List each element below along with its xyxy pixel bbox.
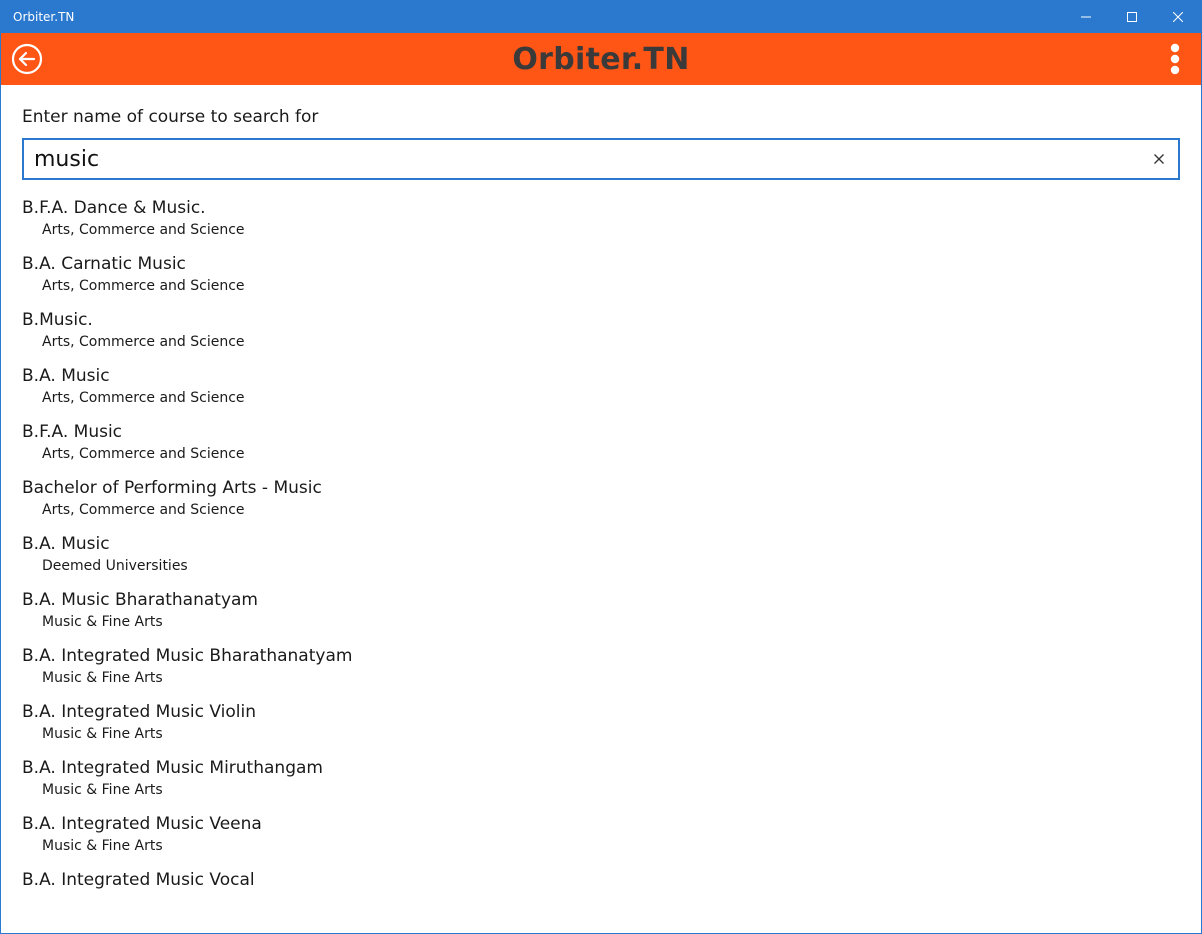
app-title: Orbiter.TN bbox=[512, 41, 690, 77]
minimize-icon bbox=[1081, 16, 1091, 17]
list-item[interactable]: B.A. Music Deemed Universities bbox=[22, 533, 1180, 589]
course-title: B.A. Music Bharathanatyam bbox=[22, 590, 258, 610]
course-category: Arts, Commerce and Science bbox=[42, 446, 245, 462]
results-list: B.F.A. Dance & Music. Arts, Commerce and… bbox=[22, 197, 1180, 925]
course-title: B.Music. bbox=[22, 310, 93, 330]
close-icon bbox=[1154, 154, 1164, 164]
course-category: Arts, Commerce and Science bbox=[42, 222, 245, 238]
search-label: Enter name of course to search for bbox=[22, 107, 319, 127]
list-item[interactable]: B.A. Integrated Music Violin Music & Fin… bbox=[22, 701, 1180, 757]
list-item[interactable]: B.A. Integrated Music Bharathanatyam Mus… bbox=[22, 645, 1180, 701]
list-item[interactable]: B.F.A. Music Arts, Commerce and Science bbox=[22, 421, 1180, 477]
back-button[interactable] bbox=[11, 43, 43, 75]
course-title: B.A. Carnatic Music bbox=[22, 254, 186, 274]
course-category: Arts, Commerce and Science bbox=[42, 334, 245, 350]
close-icon bbox=[1173, 11, 1183, 22]
more-options-button[interactable] bbox=[1163, 42, 1187, 76]
course-title: B.F.A. Dance & Music. bbox=[22, 198, 206, 218]
maximize-button[interactable] bbox=[1109, 0, 1155, 33]
course-title: B.A. Integrated Music Bharathanatyam bbox=[22, 646, 353, 666]
course-title: B.A. Music bbox=[22, 534, 110, 554]
list-item[interactable]: Bachelor of Performing Arts - Music Arts… bbox=[22, 477, 1180, 533]
window-controls bbox=[1063, 0, 1201, 33]
course-category: Music & Fine Arts bbox=[42, 838, 163, 854]
close-window-button[interactable] bbox=[1155, 0, 1201, 33]
main-content: Enter name of course to search for B.F.A… bbox=[1, 85, 1201, 925]
course-category: Music & Fine Arts bbox=[42, 614, 163, 630]
course-title: B.F.A. Music bbox=[22, 422, 123, 442]
list-item[interactable]: B.A. Music Bharathanatyam Music & Fine A… bbox=[22, 589, 1180, 645]
course-category: Arts, Commerce and Science bbox=[42, 390, 245, 406]
list-item[interactable]: B.A. Integrated Music Veena Music & Fine… bbox=[22, 813, 1180, 869]
course-title: B.A. Integrated Music Veena bbox=[22, 814, 262, 834]
list-item[interactable]: B.A. Integrated Music Miruthangam Music … bbox=[22, 757, 1180, 813]
back-arrow-icon bbox=[11, 43, 43, 75]
window-title: Orbiter.TN bbox=[13, 9, 75, 24]
search-input[interactable] bbox=[24, 141, 1134, 177]
maximize-icon bbox=[1127, 11, 1137, 22]
course-category: Music & Fine Arts bbox=[42, 670, 163, 686]
list-item[interactable]: B.F.A. Dance & Music. Arts, Commerce and… bbox=[22, 197, 1180, 253]
title-bar[interactable]: Orbiter.TN bbox=[1, 0, 1201, 33]
app-header: Orbiter.TN bbox=[1, 33, 1201, 85]
course-title: B.A. Music bbox=[22, 366, 110, 386]
course-category: Arts, Commerce and Science bbox=[42, 502, 245, 518]
app-window: Orbiter.TN Orbiter.TN Enter name of cour… bbox=[0, 0, 1202, 934]
clear-search-button[interactable] bbox=[1150, 150, 1168, 168]
course-category: Arts, Commerce and Science bbox=[42, 278, 245, 294]
course-title: Bachelor of Performing Arts - Music bbox=[22, 478, 322, 498]
list-item[interactable]: B.A. Carnatic Music Arts, Commerce and S… bbox=[22, 253, 1180, 309]
course-category: Deemed Universities bbox=[42, 558, 188, 574]
list-item[interactable]: B.A. Integrated Music Vocal bbox=[22, 869, 1180, 925]
course-category: Music & Fine Arts bbox=[42, 726, 163, 742]
list-item[interactable]: B.A. Music Arts, Commerce and Science bbox=[22, 365, 1180, 421]
search-box[interactable] bbox=[22, 138, 1180, 180]
course-title: B.A. Integrated Music Violin bbox=[22, 702, 257, 722]
course-title: B.A. Integrated Music Miruthangam bbox=[22, 758, 323, 778]
course-category: Music & Fine Arts bbox=[42, 782, 163, 798]
course-title: B.A. Integrated Music Vocal bbox=[22, 870, 255, 890]
list-item[interactable]: B.Music. Arts, Commerce and Science bbox=[22, 309, 1180, 365]
more-vertical-icon bbox=[1170, 43, 1180, 75]
minimize-button[interactable] bbox=[1063, 0, 1109, 33]
